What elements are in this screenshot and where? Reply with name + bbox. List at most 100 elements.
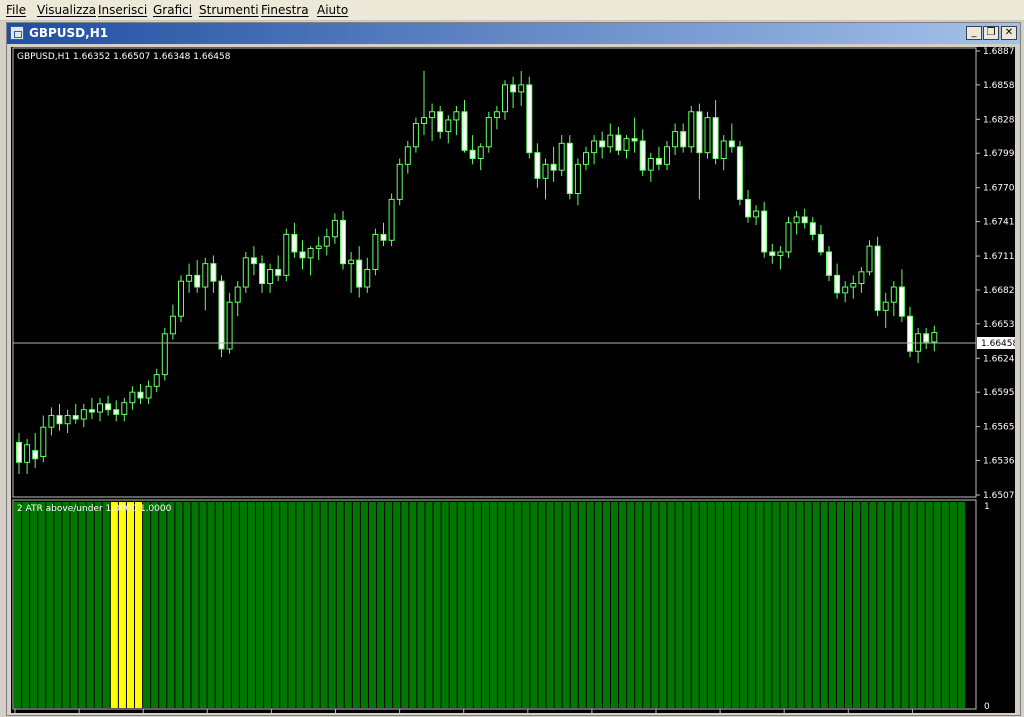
indicator-bar-green — [772, 502, 780, 708]
indicator-bar-green — [425, 502, 433, 708]
indicator-bar-green — [175, 502, 183, 708]
candle-body-bear — [736, 146, 743, 200]
indicator-bar-green — [385, 502, 393, 708]
candle-body-bear — [510, 84, 517, 93]
candle — [566, 135, 573, 200]
indicator-label: 2 ATR above/under 1.0000 1.0000 — [17, 504, 172, 514]
indicator-bar-green — [675, 502, 683, 708]
indicator-bar-green — [796, 502, 804, 708]
candle-body-bear — [745, 198, 751, 218]
candle-body-bear — [88, 409, 95, 413]
candle-body-bull — [647, 157, 654, 171]
price-tick-label: 1.67700 — [983, 184, 1015, 194]
candle-body-bear — [356, 259, 363, 288]
indicator-bar-green — [925, 502, 933, 708]
indicator-bar-green — [207, 502, 215, 708]
menu-finestra[interactable]: Finestra — [261, 3, 309, 17]
menu-aiuto[interactable]: Aiuto — [317, 3, 348, 17]
candle-body-bull — [477, 146, 484, 159]
price-tick-label: 1.66825 — [983, 286, 1015, 296]
candle-body-bull — [97, 403, 103, 413]
restore-button[interactable]: ❐ — [983, 26, 999, 40]
indicator-bar-green — [788, 502, 796, 708]
indicator-bar-green — [328, 502, 336, 708]
indicator-bar-green — [352, 502, 360, 708]
indicator-bar-green — [167, 502, 175, 708]
indicator-bar-green — [667, 502, 675, 708]
candle-body-bull — [672, 131, 679, 148]
indicator-bar-green — [732, 502, 740, 708]
candle-body-bull — [931, 332, 938, 343]
indicator-bar-green — [780, 502, 788, 708]
indicator-bar-green — [723, 502, 732, 708]
indicator-bar-green — [465, 502, 473, 708]
candle-body-bear — [259, 263, 265, 285]
indicator-bar-green — [191, 502, 199, 708]
candle-body-bull — [502, 84, 508, 113]
candle-body-bear — [834, 274, 841, 294]
candle-body-bull — [785, 222, 792, 253]
window-titlebar[interactable]: GBPUSD,H1 _ ❐ ✕ — [7, 23, 1020, 44]
candle-body-bear — [380, 233, 387, 241]
close-button[interactable]: ✕ — [1001, 26, 1017, 40]
candle-body-bear — [218, 280, 225, 350]
candle — [178, 275, 184, 323]
candle-body-bull — [518, 84, 525, 93]
indicator-bar-green — [562, 502, 570, 708]
indicator-bar-green — [828, 502, 836, 708]
candle-body-bear — [655, 157, 662, 165]
indicator-bar-green — [506, 502, 514, 708]
candle-body-bear — [680, 131, 687, 148]
candle-body-bear — [437, 111, 444, 133]
price-tick-label: 1.67995 — [983, 149, 1015, 159]
chart-area[interactable]: 1.68870 1.68580 1.68285 1.67995 1.67700 1.674… — [11, 47, 1015, 713]
indicator-bar-green — [748, 502, 756, 708]
candle-body-bear — [599, 140, 606, 148]
candle-body-bull — [485, 117, 492, 148]
indicator-bar-green — [917, 502, 925, 708]
candle-body-bull — [307, 247, 314, 259]
candle-body-bull — [372, 233, 379, 270]
candle-body-bull — [202, 263, 209, 288]
candle-body-bear — [105, 403, 112, 411]
candle-body-bull — [720, 140, 727, 159]
candle-body-bear — [898, 286, 905, 317]
indicator-bar-green — [38, 502, 46, 708]
indicator-bar-green — [143, 502, 151, 708]
candle-body-bull — [574, 163, 581, 195]
indicator-bar-green — [304, 502, 312, 708]
indicator-bar-green — [377, 502, 385, 708]
minimize-button[interactable]: _ — [966, 26, 982, 40]
menu-strumenti[interactable]: Strumenti — [199, 3, 259, 17]
candle-body-bull — [178, 280, 184, 317]
indicator-bar-green — [594, 502, 602, 708]
price-tick-label: 1.66240 — [983, 354, 1015, 364]
indicator-bar-green — [46, 502, 54, 708]
candle-body-bull — [607, 134, 614, 148]
candle-body-bear — [137, 391, 144, 399]
candle-body-bear — [550, 163, 557, 171]
candle-body-bull — [412, 122, 419, 148]
menu-inserisci[interactable]: Inserisci — [98, 3, 147, 17]
indicator-scale-bottom: 0 — [984, 702, 990, 712]
indicator-bar-green — [570, 502, 578, 708]
candle-body-bull — [153, 374, 160, 387]
menu-grafici[interactable]: Grafici — [153, 3, 192, 17]
indicator-bar-green — [312, 502, 320, 708]
menu-file[interactable]: File — [6, 3, 26, 17]
indicator-bar-green — [231, 502, 239, 708]
candle-body-bull — [388, 198, 395, 241]
candle-body-bear — [275, 268, 282, 276]
menu-visualizza[interactable]: Visualizza — [37, 3, 96, 17]
indicator-bar-green — [877, 502, 885, 708]
candle-body-bull — [48, 415, 55, 428]
indicator-bar-green — [909, 502, 917, 708]
candle-body-bull — [842, 286, 849, 294]
indicator-bar-green — [691, 502, 699, 708]
candle-body-bull — [226, 301, 233, 350]
candle — [785, 216, 792, 258]
candle-body-bear — [761, 210, 768, 253]
indicator-bar-green — [764, 502, 772, 708]
current-price-label: 1.66458 — [981, 339, 1015, 349]
indicator-bar-green — [280, 502, 288, 708]
